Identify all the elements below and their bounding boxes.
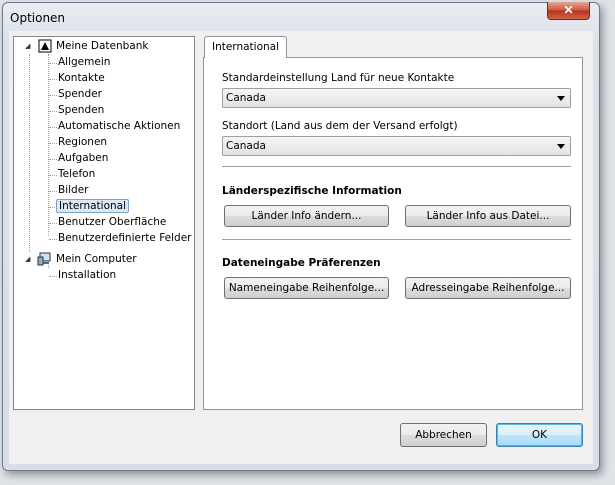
- tree-item-international[interactable]: International: [56, 199, 130, 214]
- default-country-value: Canada: [226, 92, 266, 104]
- tree-item-benutzerdefinierte-felder[interactable]: Benutzerdefinierte Felder: [56, 231, 193, 246]
- tree-item-aufgaben[interactable]: Aufgaben: [56, 151, 110, 166]
- location-value: Canada: [226, 140, 266, 152]
- tree-item-spenden[interactable]: Spenden: [56, 103, 106, 118]
- tree-item-label: Spender: [58, 88, 102, 100]
- tree-item-kontakte[interactable]: Kontakte: [56, 71, 107, 86]
- computer-icon: [37, 252, 51, 266]
- tree-item-bilder[interactable]: Bilder: [56, 183, 90, 198]
- tree-item-label: Kontakte: [58, 72, 105, 84]
- tab-international[interactable]: International: [204, 36, 287, 58]
- dialog-body: ◢ Meine Datenbank Allgemein Kontakte Spend…: [9, 31, 593, 464]
- collapse-triangle-icon[interactable]: ◢: [25, 43, 32, 50]
- window-title: Optionen: [10, 11, 66, 25]
- default-country-select[interactable]: Canada: [222, 88, 571, 108]
- location-select[interactable]: Canada: [222, 136, 571, 156]
- close-button[interactable]: ✕: [547, 2, 590, 20]
- tree-item-label: Mein Computer: [56, 253, 137, 265]
- tree-item-label: Telefon: [58, 168, 96, 180]
- cancel-button[interactable]: Abbrechen: [400, 423, 487, 447]
- tree-item-label: Benutzerdefinierte Felder: [58, 232, 192, 244]
- change-country-info-button[interactable]: Länder Info ändern...: [224, 205, 389, 227]
- tree-line: [29, 54, 30, 252]
- address-entry-order-button[interactable]: Adresseingabe Reihenfolge...: [405, 277, 571, 299]
- tree-root-my-database[interactable]: Meine Datenbank: [54, 39, 150, 54]
- tree-item-label: Bilder: [58, 184, 89, 196]
- dropdown-arrow-icon: [557, 144, 565, 149]
- tab-label: International: [212, 41, 280, 53]
- dropdown-arrow-icon: [557, 96, 565, 101]
- separator: [222, 239, 571, 241]
- close-icon: ✕: [563, 3, 574, 17]
- tree-item-label: Installation: [58, 269, 117, 281]
- tree-item-allgemein[interactable]: Allgemein: [56, 55, 112, 70]
- tree-item-label: Meine Datenbank: [56, 40, 149, 52]
- collapse-triangle-icon[interactable]: ◢: [25, 256, 32, 263]
- tree-line: [48, 54, 49, 236]
- tree-item-automatische-aktionen[interactable]: Automatische Aktionen: [56, 119, 182, 134]
- tree-item-telefon[interactable]: Telefon: [56, 167, 97, 182]
- tree-item-regionen[interactable]: Regionen: [56, 135, 109, 150]
- tree-item-label: Spenden: [58, 104, 105, 116]
- separator: [222, 166, 571, 168]
- title-bar: Optionen ✕: [3, 2, 599, 31]
- ok-button[interactable]: OK: [496, 423, 583, 447]
- default-country-label: Standardeinstellung Land für neue Kontak…: [222, 72, 455, 84]
- database-icon: [38, 39, 52, 53]
- international-panel: Standardeinstellung Land für neue Kontak…: [203, 57, 583, 410]
- tree-item-spender[interactable]: Spender: [56, 87, 104, 102]
- tree-item-label: Benutzer Oberfläche: [58, 216, 167, 228]
- tree-item-label: International: [56, 199, 130, 213]
- country-info-heading: Länderspezifische Information: [222, 185, 402, 197]
- tree-item-label: Aufgaben: [58, 152, 109, 164]
- tree-item-installation[interactable]: Installation: [56, 268, 118, 283]
- tree-item-benutzer-oberfläche[interactable]: Benutzer Oberfläche: [56, 215, 168, 230]
- data-entry-heading: Dateneingabe Präferenzen: [222, 257, 381, 269]
- location-label: Standort (Land aus dem der Versand erfol…: [222, 120, 458, 132]
- tree-item-label: Automatische Aktionen: [58, 120, 181, 132]
- options-tree[interactable]: ◢ Meine Datenbank Allgemein Kontakte Spend…: [13, 36, 195, 410]
- options-dialog: Optionen ✕ ◢ Meine Datenbank Allgemein Ko…: [2, 2, 600, 471]
- name-entry-order-button[interactable]: Nameneingabe Reihenfolge...: [224, 277, 389, 299]
- tree-item-label: Regionen: [58, 136, 108, 148]
- tree-item-label: Allgemein: [58, 56, 111, 68]
- country-info-from-file-button[interactable]: Länder Info aus Datei...: [405, 205, 571, 227]
- tree-root-my-computer[interactable]: Mein Computer: [54, 252, 139, 267]
